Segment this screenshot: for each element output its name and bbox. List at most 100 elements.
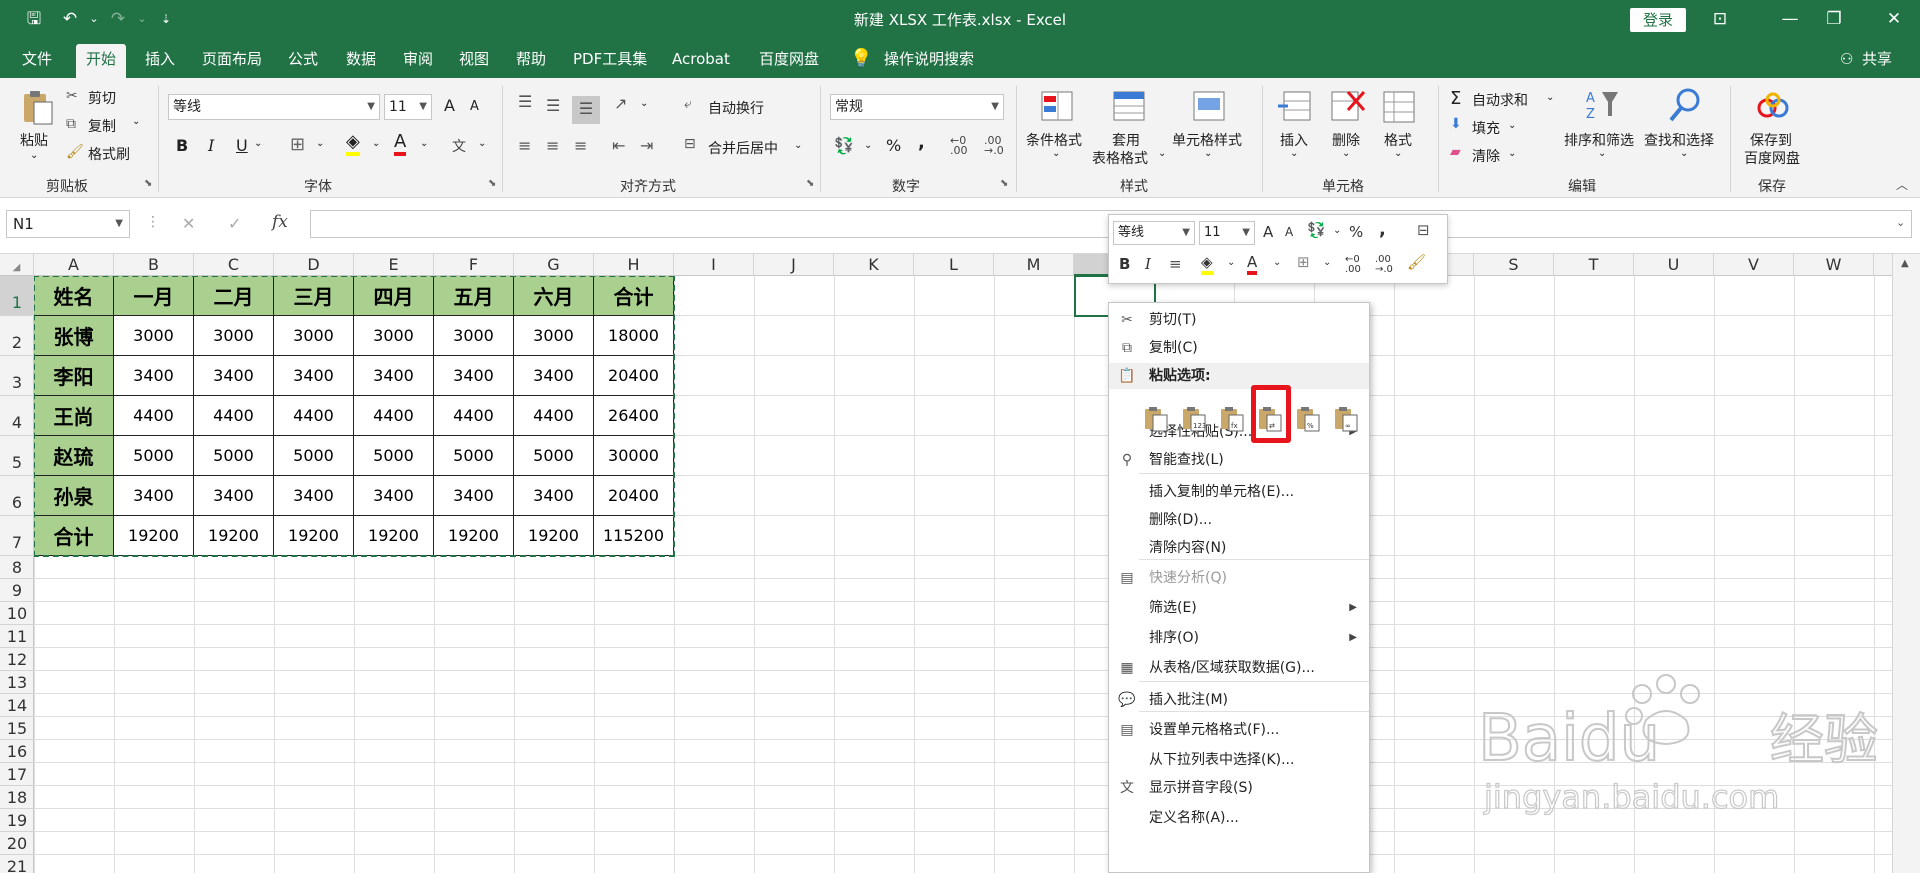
save-to-pan-line1[interactable]: 保存到 [1750,130,1792,150]
delete-cells-icon[interactable] [1328,88,1366,126]
underline-dropdown[interactable]: ⌄ [254,138,262,149]
table-cell[interactable]: 一月 [114,276,194,316]
table-cell[interactable]: 合计 [594,276,674,316]
paste-dropdown[interactable]: ⌄ [30,150,38,161]
tell-me-search[interactable]: 操作说明搜索 [884,48,974,78]
minimize-icon[interactable]: — [1776,7,1804,31]
column-header-c[interactable]: C [194,254,274,276]
menu-item-9[interactable]: 筛选(E) ▶ [1109,595,1369,621]
font-color-dropdown[interactable]: ⌄ [420,138,428,149]
row-header-5[interactable]: 5 [0,436,34,476]
clipboard-launcher-icon[interactable]: ⬊ [144,178,152,189]
column-header-k[interactable]: K [834,254,914,276]
bold-button[interactable]: B [176,136,188,155]
column-header-h[interactable]: H [594,254,674,276]
mini-italic-button[interactable]: I [1145,255,1151,273]
table-cell[interactable]: 3400 [194,476,274,516]
mini-size-combo[interactable]: 11 ▼ [1199,221,1255,245]
mini-decrease-decimal-icon[interactable]: .00 →.0 [1375,255,1393,275]
table-cell[interactable]: 4400 [514,396,594,436]
format-as-table-line1[interactable]: 套用 [1112,130,1140,150]
row-header-9[interactable]: 9 [0,579,34,602]
customize-qat-icon[interactable]: ⇣ [152,7,180,31]
table-cell[interactable]: 18000 [594,316,674,356]
table-cell[interactable]: 4400 [114,396,194,436]
mini-percent-button[interactable]: % [1349,223,1363,241]
table-cell[interactable]: 19200 [194,516,274,556]
decrease-decimal-icon[interactable]: .00 →.0 [984,135,1004,156]
table-cell[interactable]: 4400 [194,396,274,436]
mini-shrink-font-icon[interactable]: A [1285,225,1293,239]
format-as-table-dropdown[interactable]: ⌄ [1158,148,1166,159]
column-header-g[interactable]: G [514,254,594,276]
orientation-icon[interactable]: ↗ [614,94,627,113]
table-cell[interactable]: 4400 [354,396,434,436]
cell-styles-button[interactable]: 单元格样式 [1172,130,1242,150]
mini-font-combo[interactable]: 等线 ▼ [1113,221,1195,245]
table-cell[interactable]: 3400 [274,356,354,396]
row-header-2[interactable]: 2 [0,316,34,356]
column-header-v[interactable]: V [1714,254,1794,276]
table-cell[interactable]: 3000 [274,316,354,356]
conditional-format-button[interactable]: 条件格式 [1026,130,1082,150]
row-header-11[interactable]: 11 [0,625,34,648]
align-bottom-icon[interactable]: ☰ [572,96,600,124]
mini-format-table-icon[interactable]: ⊟ [1417,221,1430,239]
cell-styles-icon[interactable] [1190,88,1228,126]
expand-formula-icon[interactable]: ⌄ [1896,216,1905,229]
menu-item-6[interactable]: 删除(D)... [1109,507,1369,533]
row-header-20[interactable]: 20 [0,832,34,855]
mini-center-icon[interactable]: ≡ [1169,255,1182,273]
column-header-m[interactable]: M [994,254,1074,276]
decrease-indent-icon[interactable]: ⇤ [612,136,625,155]
mini-fill-color-icon[interactable]: ◈ [1201,253,1213,275]
table-cell[interactable]: 4400 [274,396,354,436]
delete-cells-button[interactable]: 删除 [1332,130,1360,150]
row-header-8[interactable]: 8 [0,556,34,579]
tab-pdf-tools[interactable]: PDF工具集 [573,48,647,78]
cut-button[interactable]: 剪切 [88,88,116,108]
tab-view[interactable]: 视图 [459,48,489,78]
paste-formulas-icon[interactable]: fx [1219,405,1245,433]
row-header-17[interactable]: 17 [0,763,34,786]
table-cell[interactable]: 赵琉 [34,436,114,476]
number-launcher-icon[interactable]: ⬊ [1000,178,1008,189]
paste-transpose-icon[interactable]: ⇄ [1257,405,1283,433]
ribbon-display-icon[interactable]: ⊡ [1706,7,1734,31]
delete-cells-dropdown[interactable]: ⌄ [1342,148,1350,159]
format-painter-button[interactable]: 格式刷 [88,144,130,164]
vertical-scrollbar[interactable]: ▲ [1892,254,1920,873]
tab-review[interactable]: 审阅 [403,48,433,78]
menu-item-5[interactable]: 插入复制的单元格(E)... [1109,479,1369,505]
table-cell[interactable]: 3400 [514,356,594,396]
font-launcher-icon[interactable]: ⬊ [488,178,496,189]
format-cells-icon[interactable] [1380,88,1418,126]
login-button[interactable]: 登录 [1630,8,1686,32]
table-cell[interactable]: 3400 [274,476,354,516]
table-cell[interactable]: 3400 [114,476,194,516]
orientation-dropdown[interactable]: ⌄ [640,98,648,109]
align-right-icon[interactable]: ≡ [574,136,587,155]
tab-acrobat[interactable]: Acrobat [672,48,730,78]
fill-button[interactable]: 填充 [1472,118,1500,138]
align-left-icon[interactable]: ≡ [518,136,531,155]
fill-color-icon[interactable]: ◈ [346,132,360,156]
currency-dropdown[interactable]: ⌄ [864,140,872,151]
font-size-combo[interactable]: 11 ▼ [384,94,432,120]
column-header-u[interactable]: U [1634,254,1714,276]
increase-indent-icon[interactable]: ⇥ [640,136,653,155]
tab-page-layout[interactable]: 页面布局 [202,48,262,78]
paste-icon[interactable] [18,88,56,126]
menu-item-13[interactable]: ▤ 设置单元格格式(F)... [1109,717,1369,743]
close-icon[interactable]: ✕ [1880,7,1908,31]
table-cell[interactable]: 19200 [434,516,514,556]
insert-cells-button[interactable]: 插入 [1280,130,1308,150]
border-icon[interactable]: ⊞ [290,134,305,155]
table-cell[interactable]: 3000 [194,316,274,356]
align-middle-icon[interactable]: ☰ [546,96,560,115]
sort-filter-dropdown[interactable]: ⌄ [1598,148,1606,159]
menu-item-4[interactable]: ⚲ 智能查找(L) [1109,447,1369,473]
table-cell[interactable]: 3400 [354,356,434,396]
menu-item-15[interactable]: 文显示拼音字段(S) [1109,775,1369,801]
scroll-up-icon[interactable]: ▲ [1901,258,1909,269]
